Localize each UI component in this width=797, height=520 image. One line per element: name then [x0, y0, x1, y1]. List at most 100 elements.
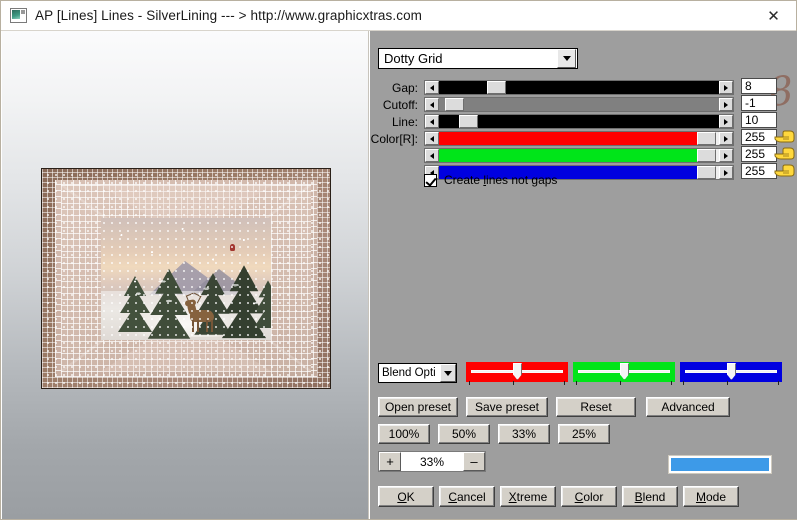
slider-left-arrow-icon[interactable] [425, 81, 439, 94]
cancel-button[interactable]: Cancel [439, 486, 495, 507]
application-icon [10, 8, 27, 23]
blend-button[interactable]: Blend [622, 486, 678, 507]
reset-button[interactable]: Reset [556, 397, 636, 417]
slider-fill [475, 115, 719, 128]
trackbar-thumb[interactable] [512, 363, 522, 380]
slider-thumb[interactable] [696, 149, 716, 162]
open-preset-button[interactable]: Open preset [378, 397, 458, 417]
preset-dropdown[interactable]: Dotty Grid [378, 48, 578, 69]
color-button[interactable]: Color [561, 486, 617, 507]
checkbox-box[interactable] [424, 173, 437, 187]
application-window: AP [Lines] Lines - SilverLining --- > ht… [0, 0, 797, 520]
artwork-preview[interactable] [41, 168, 331, 389]
blue-trackbar[interactable] [680, 362, 782, 385]
slider-row-cutoff[interactable]: Cutoff: [370, 97, 734, 112]
zoom-increase-button[interactable]: + [379, 452, 401, 471]
value-field[interactable]: 255 [741, 163, 777, 179]
slider-right-arrow-icon[interactable] [719, 132, 733, 145]
slider-track[interactable] [424, 148, 734, 163]
slider-thumb[interactable] [458, 115, 478, 128]
zoom-stepper[interactable]: + 33% – [378, 451, 486, 472]
red-bird [230, 244, 236, 252]
slider-groove[interactable] [439, 81, 719, 94]
zoom-50-button[interactable]: 50% [438, 424, 490, 444]
trackbar-tick [726, 381, 728, 385]
slider-fill [461, 98, 719, 111]
slider-right-arrow-icon[interactable] [719, 149, 733, 162]
slider-right-arrow-icon[interactable] [719, 166, 733, 179]
trackbar-tick [778, 381, 779, 385]
value-field[interactable]: 255 [741, 129, 777, 145]
slider-left-arrow-icon[interactable] [425, 132, 439, 145]
slider-left-arrow-icon[interactable] [425, 115, 439, 128]
deer [184, 292, 220, 333]
slider-left-arrow-icon[interactable] [425, 149, 439, 162]
pointing-hand-icon [774, 145, 796, 162]
green-trackbar[interactable] [573, 362, 675, 385]
zoom-100-button[interactable]: 100% [378, 424, 430, 444]
slider-row-channel-4[interactable] [370, 148, 734, 163]
slider-groove[interactable] [439, 98, 719, 111]
color-swatch[interactable] [668, 455, 772, 474]
trackbar-tick [564, 381, 565, 385]
slider-track[interactable] [424, 80, 734, 95]
slider-thumb[interactable] [696, 166, 716, 179]
slider-right-arrow-icon[interactable] [719, 81, 733, 94]
zoom-decrease-button[interactable]: – [463, 452, 485, 471]
create-lines-not-gaps-checkbox[interactable]: Create lines not gaps [424, 173, 557, 187]
zoom-level-value: 33% [401, 452, 463, 471]
slider-label: Color[R]: [370, 131, 418, 146]
slider-row-colorr[interactable]: Color[R]: [370, 131, 734, 146]
slider-groove[interactable] [439, 149, 719, 162]
slider-label: Cutoff: [382, 97, 418, 112]
slider-thumb[interactable] [444, 98, 464, 111]
preview-panel[interactable] [2, 31, 369, 519]
ok-button[interactable]: OK [378, 486, 434, 507]
value-field[interactable]: 255 [741, 146, 777, 162]
slider-groove[interactable] [439, 115, 719, 128]
slider-groove[interactable] [439, 132, 719, 145]
zoom-33-button[interactable]: 33% [498, 424, 550, 444]
red-trackbar[interactable] [466, 362, 568, 385]
pointing-hand-icon [774, 128, 796, 145]
slider-track[interactable] [424, 114, 734, 129]
trackbar-thumb[interactable] [726, 363, 736, 380]
zoom-25-button[interactable]: 25% [558, 424, 610, 444]
chevron-down-icon[interactable] [440, 364, 456, 382]
slider-left-arrow-icon[interactable] [425, 98, 439, 111]
blend-options-dropdown[interactable]: Blend Opti [378, 363, 457, 383]
slider-right-arrow-icon[interactable] [719, 98, 733, 111]
slider-fill [439, 132, 697, 145]
slider-thumb[interactable] [696, 132, 716, 145]
advanced-button[interactable]: Advanced [646, 397, 730, 417]
slider-track[interactable] [424, 131, 734, 146]
slider-fill-left [439, 115, 459, 128]
slider-fill [503, 81, 719, 94]
chevron-down-icon[interactable] [557, 49, 576, 68]
controls-panel: Dotty Grid 8 Gap: Cutoff: Line: Color[R]: C… [370, 31, 797, 519]
trackbar-thumb[interactable] [619, 363, 629, 380]
xtreme-button[interactable]: Xtreme [500, 486, 556, 507]
mode-button[interactable]: Mode [683, 486, 739, 507]
trackbar-tick [683, 381, 684, 385]
window-title: AP [Lines] Lines - SilverLining --- > ht… [35, 8, 423, 23]
slider-fill [439, 149, 697, 162]
value-field[interactable]: 8 [741, 78, 777, 94]
slider-label: Gap: [391, 80, 418, 95]
slider-right-arrow-icon[interactable] [719, 115, 733, 128]
slider-row-line[interactable]: Line: [370, 114, 734, 129]
title-bar: AP [Lines] Lines - SilverLining --- > ht… [1, 1, 796, 31]
trackbar-tick [619, 381, 621, 385]
value-field[interactable]: 10 [741, 112, 777, 128]
winter-scene-photo [101, 217, 271, 340]
trackbar-tick [469, 381, 470, 385]
close-icon[interactable]: ✕ [751, 1, 796, 30]
pointing-hand-icon [774, 162, 796, 179]
save-preset-button[interactable]: Save preset [466, 397, 548, 417]
value-field[interactable]: -1 [741, 95, 777, 111]
slider-track[interactable] [424, 97, 734, 112]
slider-thumb[interactable] [486, 81, 506, 94]
trackbar-tick [576, 381, 577, 385]
slider-row-gap[interactable]: Gap: [370, 80, 734, 95]
trackbar-tick [671, 381, 672, 385]
